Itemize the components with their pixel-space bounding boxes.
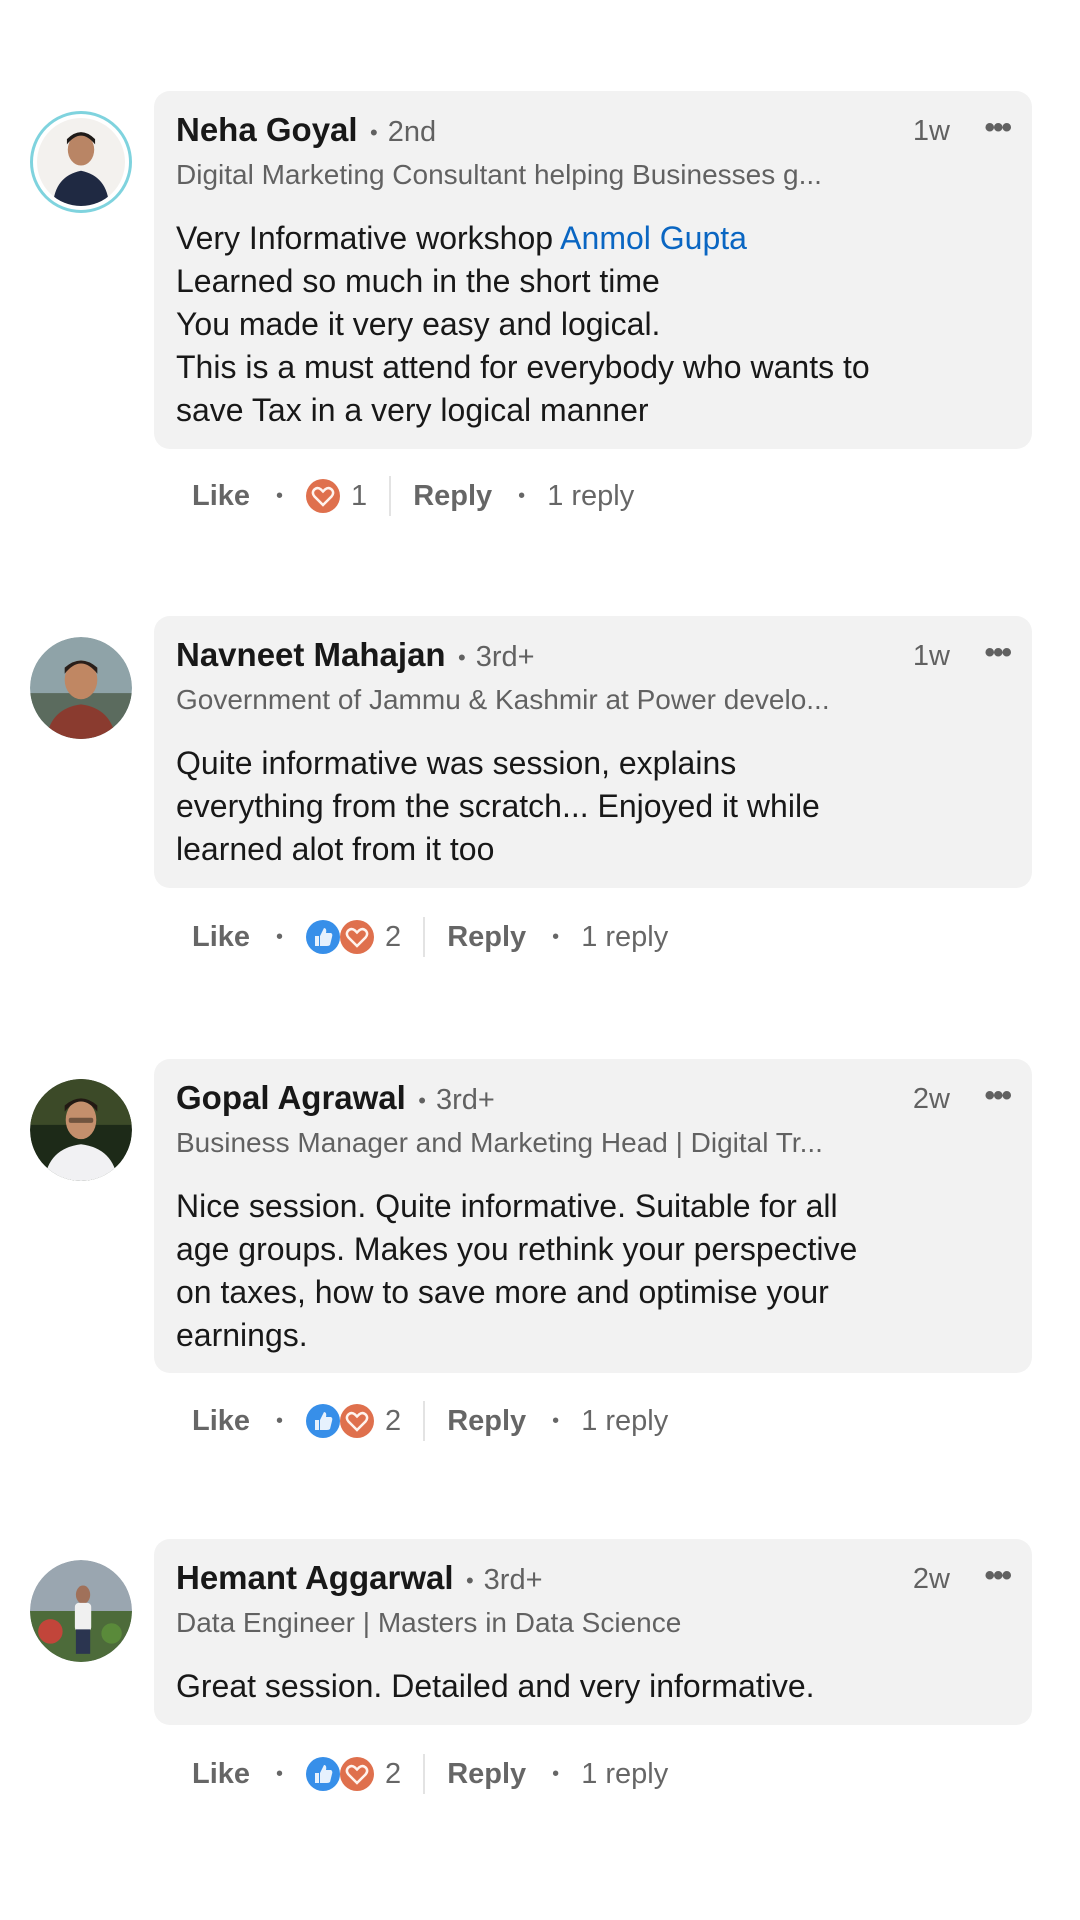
comment-bubble: Gopal Agrawal • 3rd+ 2w ••• Business Mana… [154, 1059, 1032, 1373]
comment-actions: Like • 2 Reply • 1 reply [192, 1396, 668, 1446]
reply-button[interactable]: Reply [413, 480, 492, 513]
replies-link[interactable]: 1 reply [547, 480, 634, 513]
divider [423, 917, 426, 957]
comment-actions: Like • 2 Reply • 1 reply [192, 912, 668, 962]
avatar[interactable] [30, 111, 132, 213]
comment-time: 1w [912, 115, 950, 147]
like-icon [306, 1404, 341, 1438]
connection-degree: • 2nd [370, 116, 437, 148]
love-icon [340, 1757, 375, 1791]
comment-header: Neha Goyal • 2nd 1w ••• [176, 111, 1012, 153]
comment-actions: Like • 2 Reply • 1 reply [192, 1749, 668, 1799]
more-options-icon[interactable]: ••• [984, 1079, 1011, 1113]
reactions[interactable]: 1 [305, 478, 367, 514]
mention-link[interactable]: Anmol Gupta [560, 220, 747, 256]
reactions[interactable]: 2 [305, 1756, 401, 1792]
reply-button[interactable]: Reply [447, 1405, 526, 1438]
author-headline: Government of Jammu & Kashmir at Power d… [176, 684, 830, 715]
reaction-count: 2 [385, 1404, 402, 1437]
author-name[interactable]: Hemant Aggarwal [176, 1559, 454, 1596]
divider [389, 476, 392, 516]
like-icon [306, 920, 341, 954]
author-name[interactable]: Navneet Mahajan [176, 636, 446, 673]
comment-header: Hemant Aggarwal • 3rd+ 2w ••• [176, 1559, 1012, 1601]
comment-header: Gopal Agrawal • 3rd+ 2w ••• [176, 1079, 1012, 1121]
reactions[interactable]: 2 [305, 1403, 401, 1439]
connection-degree: • 3rd+ [465, 1564, 543, 1596]
comment-bubble: Neha Goyal • 2nd 1w ••• Digital Marketing… [154, 91, 1032, 449]
profile-photo-icon [37, 118, 125, 206]
comment-body: Very Informative workshop Anmol Gupta Le… [176, 220, 870, 428]
comment-body: Quite informative was session, explains … [176, 745, 820, 867]
reply-button[interactable]: Reply [447, 921, 526, 954]
more-options-icon[interactable]: ••• [984, 111, 1011, 145]
author-name[interactable]: Neha Goyal [176, 111, 358, 148]
profile-photo-icon [30, 637, 132, 739]
author-name[interactable]: Gopal Agrawal [176, 1079, 406, 1116]
avatar[interactable] [30, 1560, 132, 1662]
author-headline: Business Manager and Marketing Head | Di… [176, 1127, 823, 1158]
love-icon [340, 920, 375, 954]
love-icon [306, 479, 341, 513]
comment-bubble: Navneet Mahajan • 3rd+ 1w ••• Government … [154, 616, 1032, 888]
comment-time: 1w [912, 640, 950, 672]
reaction-count: 2 [385, 920, 402, 953]
more-options-icon[interactable]: ••• [984, 1559, 1011, 1593]
reply-button[interactable]: Reply [447, 1758, 526, 1791]
replies-link[interactable]: 1 reply [581, 921, 668, 954]
divider [423, 1401, 426, 1441]
replies-link[interactable]: 1 reply [581, 1405, 668, 1438]
reaction-count: 2 [385, 1757, 402, 1790]
avatar[interactable] [30, 1079, 132, 1181]
comment-actions: Like • 1 Reply • 1 reply [192, 471, 634, 521]
reaction-count: 1 [351, 479, 368, 512]
profile-photo-icon [30, 1079, 132, 1181]
comment-body: Great session. Detailed and very informa… [176, 1668, 815, 1704]
comment-time: 2w [912, 1563, 950, 1595]
replies-link[interactable]: 1 reply [581, 1758, 668, 1791]
comment-time: 2w [912, 1083, 950, 1115]
like-button[interactable]: Like [192, 480, 250, 513]
reactions[interactable]: 2 [305, 919, 401, 955]
comment-bubble: Hemant Aggarwal • 3rd+ 2w ••• Data Engine… [154, 1539, 1032, 1725]
more-options-icon[interactable]: ••• [984, 636, 1011, 670]
divider [423, 1754, 426, 1794]
love-icon [340, 1404, 375, 1438]
comment-header: Navneet Mahajan • 3rd+ 1w ••• [176, 636, 1012, 678]
like-button[interactable]: Like [192, 1758, 250, 1791]
connection-degree: • 3rd+ [458, 641, 535, 673]
like-button[interactable]: Like [192, 1405, 250, 1438]
author-headline: Data Engineer | Masters in Data Science [176, 1607, 682, 1638]
comment-body: Nice session. Quite informative. Suitabl… [176, 1188, 858, 1353]
like-icon [306, 1757, 341, 1791]
avatar[interactable] [30, 637, 132, 739]
profile-photo-icon [30, 1560, 132, 1662]
author-headline: Digital Marketing Consultant helping Bus… [176, 159, 822, 190]
connection-degree: • 3rd+ [418, 1084, 495, 1116]
like-button[interactable]: Like [192, 921, 250, 954]
